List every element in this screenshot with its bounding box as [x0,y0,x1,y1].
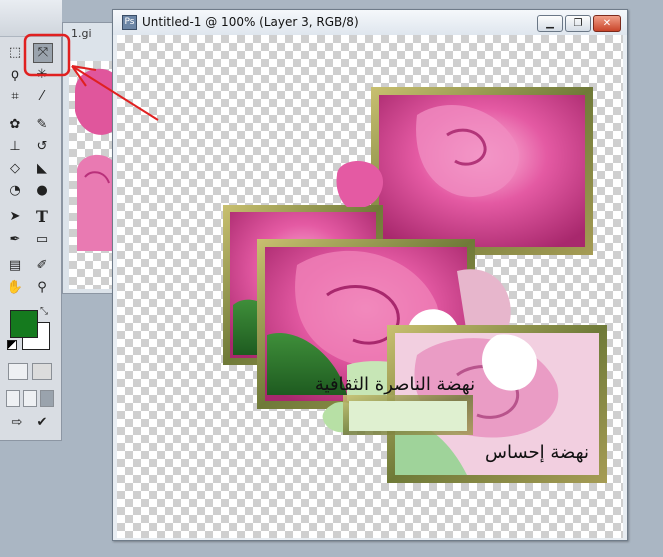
zoom-tool-icon[interactable]: ⚲ [33,279,51,297]
screen-mode-full-menu-icon[interactable] [23,390,37,407]
jump-edit-icon[interactable]: ✔ [33,414,51,432]
caption-text-1: نهضة الناصرة الثقافية [315,374,475,395]
tools-panel: ⬚ ⤧ ϙ ✳ ⌗ ⁄ ✿ ✎ ⊥ ↺ ◇ ◣ ◔ ● ➤ T ✒ ▭ ▤ ✐ … [0,0,62,441]
puzzle-piece-bottom-tab [322,395,473,435]
notes-icon[interactable]: ▤ [6,257,24,275]
screen-mode-standard-icon[interactable] [6,390,20,407]
history-brush-icon[interactable]: ↺ [33,138,51,156]
hand-tool-icon[interactable]: ✋ [6,279,24,297]
move-tool-icon[interactable]: ⤧ [33,43,53,63]
document-title: Untitled-1 @ 100% (Layer 3, RGB/8) [142,15,359,29]
blur-icon[interactable]: ◔ [6,182,24,200]
healing-brush-icon[interactable]: ✿ [6,116,24,134]
crop-icon[interactable]: ⌗ [6,88,24,106]
restore-button[interactable]: ❐ [565,15,591,32]
document-window: Ps Untitled-1 @ 100% (Layer 3, RGB/8) ▁ … [112,9,628,541]
screen-mode-full-icon[interactable] [40,390,54,407]
close-button[interactable]: ✕ [593,15,621,32]
photoshop-doc-icon: Ps [122,15,137,30]
path-selection-icon[interactable]: ➤ [6,208,24,226]
minimize-button[interactable]: ▁ [537,15,563,32]
lasso-icon[interactable]: ϙ [6,66,24,84]
magic-wand-icon[interactable]: ✳ [33,66,51,84]
caption-text-2: نهضة إحساس [485,442,589,463]
paint-bucket-icon[interactable]: ◣ [33,160,51,178]
background-document-window[interactable]: 1.gi [62,22,118,294]
foreground-color-swatch[interactable] [10,310,38,338]
standard-mode-icon[interactable] [8,363,28,380]
brush-icon[interactable]: ✎ [33,116,51,134]
eyedropper-icon[interactable]: ✐ [33,257,51,275]
shape-tool-icon[interactable]: ▭ [33,231,51,249]
default-colors-icon[interactable] [7,340,17,350]
document-canvas[interactable]: نهضة الناصرة الثقافية نهضة إحساس [117,35,623,538]
toolbox-header-feather-icon[interactable] [0,0,62,37]
rect-marquee-icon[interactable]: ⬚ [6,44,24,62]
pen-tool-icon[interactable]: ✒ [6,231,24,249]
slice-icon[interactable]: ⁄ [33,88,51,106]
background-document-canvas [69,61,113,289]
dodge-icon[interactable]: ● [33,182,51,200]
clone-stamp-icon[interactable]: ⊥ [6,138,24,156]
puzzle-artwork: نهضة الناصرة الثقافية نهضة إحساس [223,87,607,483]
eraser-icon[interactable]: ◇ [6,160,24,178]
jump-to-imageready-icon[interactable]: ⇨ [8,414,26,432]
background-document-title[interactable]: 1.gi [71,27,92,40]
type-tool-icon[interactable]: T [33,208,51,226]
document-title-bar[interactable]: Ps Untitled-1 @ 100% (Layer 3, RGB/8) ▁ … [113,10,627,35]
quick-mask-icon[interactable] [32,363,52,380]
swap-colors-icon[interactable]: ⤡ [40,306,48,317]
puzzle-piece-top-right [371,87,593,255]
